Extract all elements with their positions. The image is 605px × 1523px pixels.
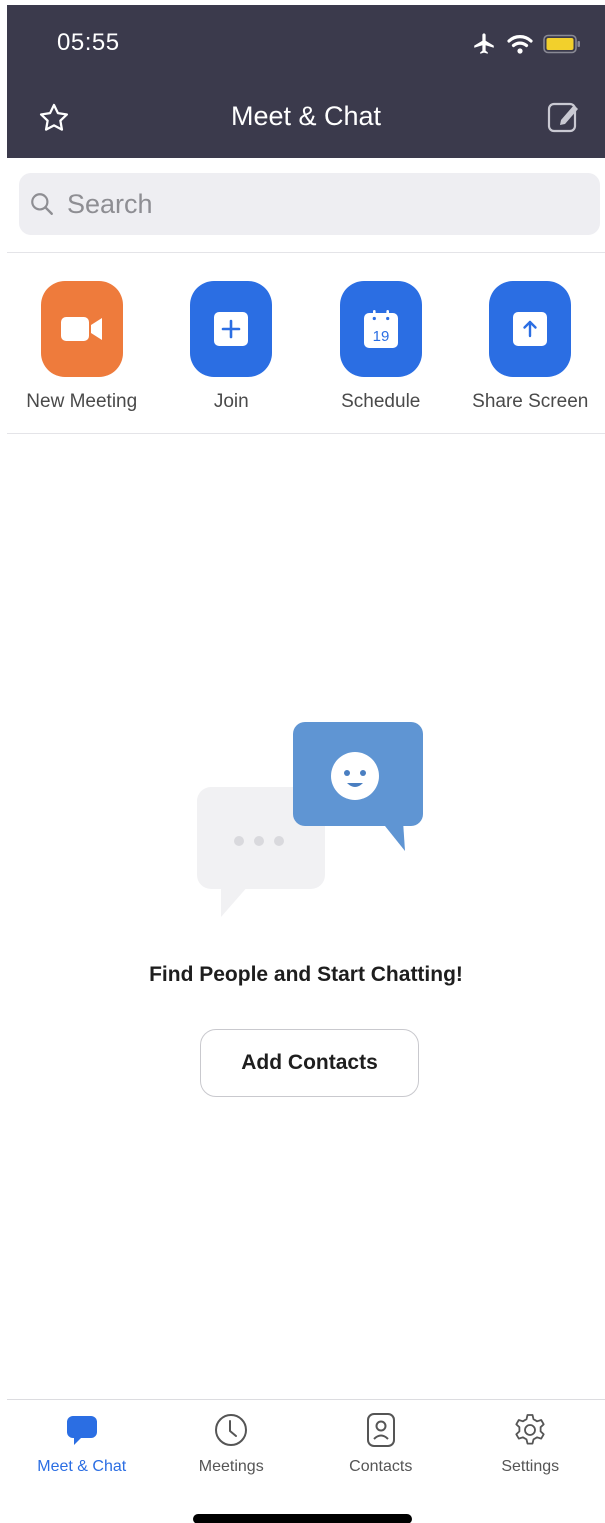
tab-settings[interactable]: Settings — [456, 1400, 605, 1499]
schedule-tile[interactable]: 19 — [339, 281, 422, 377]
chat-bubble-icon — [66, 1416, 97, 1445]
gear-icon — [515, 1414, 545, 1445]
search-bar[interactable] — [19, 173, 600, 235]
new-meeting-label: New Meeting — [26, 391, 138, 412]
page-title: Meet & Chat — [230, 101, 382, 131]
app-screen: 05:55 Meet & Chat New Meeting — [7, 5, 605, 1523]
search-icon — [31, 193, 53, 215]
join-button[interactable]: Join — [157, 281, 307, 413]
header-bar: 05:55 Meet & Chat — [7, 5, 605, 158]
home-indicator[interactable] — [193, 1514, 412, 1523]
upload-arrow-icon — [513, 312, 548, 346]
video-camera-icon — [60, 317, 102, 341]
tab-label: Meet & Chat — [37, 1458, 127, 1475]
share-screen-button[interactable]: Share Screen — [456, 281, 605, 413]
tab-label: Contacts — [349, 1458, 413, 1475]
join-label: Join — [213, 391, 249, 412]
status-time: 05:55 — [57, 29, 120, 56]
divider — [7, 433, 605, 434]
quick-actions: New Meeting Join 19 Schedule Share Scree… — [7, 281, 605, 413]
share-screen-label: Share Screen — [472, 391, 589, 412]
wifi-icon — [507, 35, 533, 54]
calendar-day: 19 — [372, 328, 389, 345]
new-meeting-button[interactable]: New Meeting — [7, 281, 157, 413]
clock-icon — [215, 1414, 248, 1446]
tab-meet-chat[interactable]: Meet & Chat — [7, 1400, 157, 1499]
tab-label: Meetings — [198, 1458, 264, 1475]
status-icons — [471, 29, 581, 59]
schedule-button[interactable]: 19 Schedule — [306, 281, 456, 413]
chat-illustration — [197, 722, 423, 917]
share-screen-tile[interactable] — [489, 281, 572, 377]
tab-label: Settings — [501, 1458, 560, 1475]
schedule-label: Schedule — [341, 391, 421, 412]
calendar-icon: 19 — [363, 310, 398, 348]
tab-contacts[interactable]: Contacts — [306, 1400, 456, 1499]
compose-button[interactable] — [547, 99, 581, 135]
airplane-icon — [474, 33, 494, 54]
plus-icon — [214, 312, 249, 346]
add-contacts-button[interactable]: Add Contacts — [200, 1029, 419, 1097]
search-input[interactable] — [67, 188, 567, 220]
contact-card-icon — [366, 1413, 395, 1447]
divider — [7, 252, 605, 253]
compose-icon — [547, 102, 578, 133]
new-meeting-tile[interactable] — [40, 281, 123, 377]
battery-icon — [543, 34, 580, 54]
tab-bar: Meet & Chat Meetings Contacts Settings — [7, 1399, 605, 1499]
join-tile[interactable] — [190, 281, 273, 377]
tab-meetings[interactable]: Meetings — [157, 1400, 307, 1499]
empty-state-title: Find People and Start Chatting! — [149, 963, 463, 986]
